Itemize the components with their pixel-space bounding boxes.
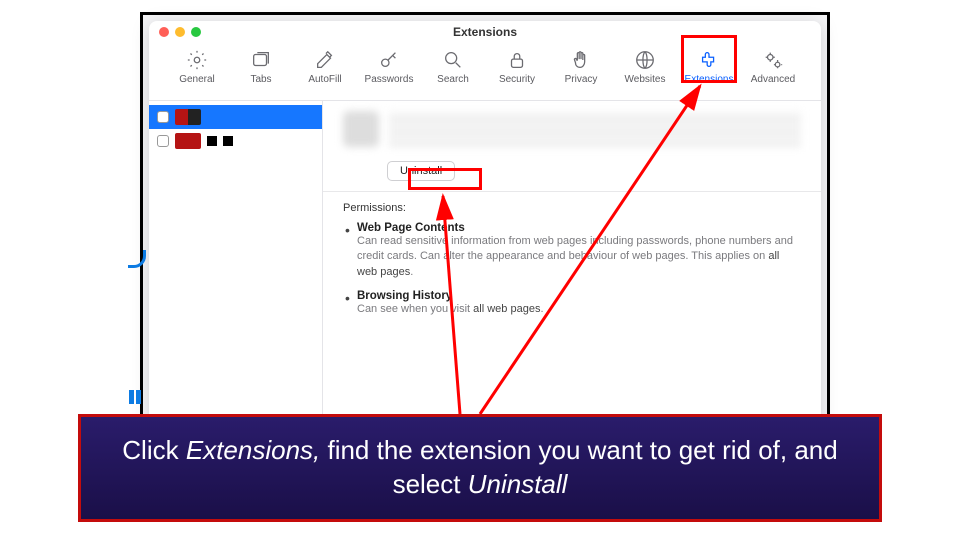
permission-item: Browsing History Can see when you visit …: [343, 290, 801, 317]
key-icon: [378, 49, 400, 71]
extension-header: [343, 111, 801, 157]
titlebar: Extensions: [149, 21, 821, 43]
permission-title: Web Page Contents: [357, 222, 801, 234]
preferences-toolbar: General Tabs AutoFill Passwords Search S…: [149, 43, 821, 101]
instruction-caption: Click Extensions, find the extension you…: [78, 414, 882, 522]
tab-label: Websites: [625, 74, 666, 85]
tab-label: Search: [437, 74, 469, 85]
gears-icon: [762, 49, 784, 71]
lock-icon: [506, 49, 528, 71]
tab-advanced[interactable]: Advanced: [743, 45, 803, 89]
tab-label: Passwords: [365, 74, 414, 85]
permission-desc: Can see when you visit all web pages.: [357, 302, 801, 317]
tab-extensions[interactable]: Extensions: [679, 45, 739, 89]
tab-security[interactable]: Security: [487, 45, 547, 89]
square-icon: [223, 136, 233, 146]
extension-list-item[interactable]: [149, 105, 322, 129]
pencil-icon: [314, 49, 336, 71]
search-icon: [442, 49, 464, 71]
divider: [323, 191, 821, 192]
tab-label: Advanced: [751, 74, 795, 85]
extension-thumb-icon: [175, 133, 201, 149]
tab-autofill[interactable]: AutoFill: [295, 45, 355, 89]
extension-large-icon: [343, 111, 379, 147]
tab-label: AutoFill: [308, 74, 341, 85]
extension-list-item[interactable]: [149, 129, 322, 153]
extension-thumb-icon: [175, 109, 201, 125]
uninstall-button[interactable]: Uninstall: [387, 161, 455, 181]
background-decoration-icon: [128, 390, 142, 404]
tab-label: Tabs: [250, 74, 271, 85]
tab-websites[interactable]: Websites: [615, 45, 675, 89]
permission-title: Browsing History: [357, 290, 801, 302]
hand-icon: [570, 49, 592, 71]
checkbox[interactable]: [157, 135, 169, 147]
globe-icon: [634, 49, 656, 71]
extension-description-blurred: [389, 111, 801, 147]
permissions-heading: Permissions:: [343, 202, 801, 214]
window-title: Extensions: [149, 25, 821, 39]
square-icon: [207, 136, 217, 146]
tab-label: Security: [499, 74, 535, 85]
checkbox[interactable]: [157, 111, 169, 123]
tabs-icon: [250, 49, 272, 71]
gear-icon: [186, 49, 208, 71]
tab-search[interactable]: Search: [423, 45, 483, 89]
tab-tabs[interactable]: Tabs: [231, 45, 291, 89]
permission-item: Web Page Contents Can read sensitive inf…: [343, 222, 801, 280]
puzzle-icon: [698, 49, 720, 71]
tab-label: Extensions: [685, 74, 734, 85]
tab-general[interactable]: General: [167, 45, 227, 89]
tab-privacy[interactable]: Privacy: [551, 45, 611, 89]
tab-label: Privacy: [565, 74, 598, 85]
tab-label: General: [179, 74, 215, 85]
permission-desc: Can read sensitive information from web …: [357, 234, 801, 280]
tab-passwords[interactable]: Passwords: [359, 45, 419, 89]
